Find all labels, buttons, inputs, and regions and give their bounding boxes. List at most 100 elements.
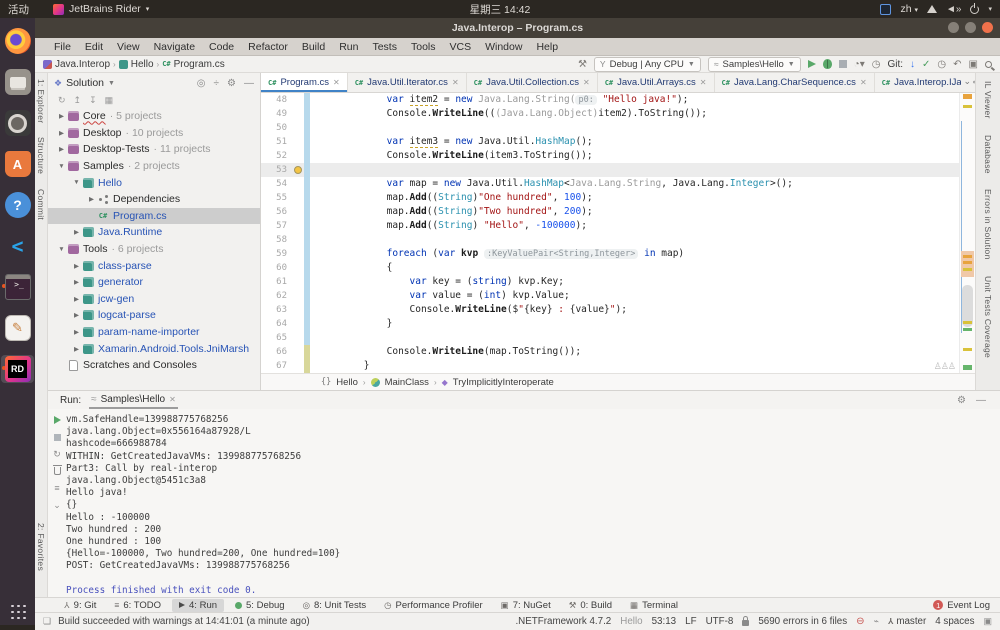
close-tab-icon[interactable]: ✕ [860, 78, 867, 87]
code-line-52[interactable]: 52 Console.WriteLine(item3.ToString()); [261, 149, 959, 163]
editor-breadcrumb-2[interactable]: TryImplicitlyInteroperate [453, 377, 554, 388]
close-tab-icon[interactable]: ✕ [333, 78, 340, 87]
code-line-51[interactable]: 51 var item3 = new Java.Util.HashMap(); [261, 135, 959, 149]
notifications-icon[interactable]: ▣ [983, 616, 992, 627]
errors-widget[interactable]: 5690 errors in 6 files [758, 616, 847, 627]
stripe-button-favorites[interactable]: 2: Favorites [36, 523, 46, 571]
stripe-button-errors-in-solution[interactable]: Errors in Solution [983, 189, 993, 260]
coverage-button[interactable]: ◔▾ [854, 59, 865, 70]
tree-toggle-icon[interactable]: ▼ [71, 179, 82, 186]
tool-window-button-7-nuget[interactable]: ▣ 7: NuGet [494, 599, 558, 612]
tree-item-param-name-importer[interactable]: ▶ param-name-importer [48, 324, 260, 341]
tree-toggle-icon[interactable]: ▶ [56, 112, 67, 120]
editor-breadcrumb-1[interactable]: MainClass [385, 377, 429, 388]
tree-item-program-cs[interactable]: C# Program.cs [48, 207, 260, 225]
tree-item-logcat-parse[interactable]: ▶ logcat-parse [48, 307, 260, 324]
code-line-64[interactable]: 64 } [261, 317, 959, 331]
run-button[interactable] [807, 60, 816, 68]
caret-position-widget[interactable]: 53:13 [652, 616, 677, 627]
stripe-button-1-explorer[interactable]: 1: Explorer [36, 79, 46, 123]
rerun-button[interactable] [53, 415, 61, 425]
keyboard-layout-icon[interactable] [880, 3, 892, 15]
restore-layout-icon[interactable]: ↻ [53, 449, 61, 459]
git-commit-button[interactable]: ✓ [922, 59, 930, 70]
run-target-selector[interactable]: ≈ Samples\Hello ▼ [707, 56, 801, 72]
code-line-62[interactable]: 62 var value = (int) kvp.Value; [261, 289, 959, 303]
menu-item-edit[interactable]: Edit [78, 41, 110, 53]
code-line-63[interactable]: 63 Console.WriteLine($"{key} : {value}")… [261, 303, 959, 317]
code-line-67[interactable]: 67 } [261, 359, 959, 373]
rollback-button[interactable]: ↶ [953, 59, 961, 70]
stripe-button-commit[interactable]: Commit [36, 189, 46, 220]
tree-toggle-icon[interactable]: ▶ [56, 145, 67, 153]
dock-item-software[interactable]: A [1, 150, 34, 178]
tool-window-button-6-todo[interactable]: ≡ 6: TODO [107, 599, 168, 612]
indent-widget[interactable]: 4 spaces [935, 616, 974, 627]
tool-window-button-9-git[interactable]: Y 9: Git [57, 599, 103, 612]
system-menu-chevron-icon[interactable]: ▾ [988, 5, 992, 13]
app-menu-button[interactable]: JetBrains Rider ▾ [53, 3, 149, 15]
menu-item-code[interactable]: Code [202, 41, 241, 53]
dock-item-firefox[interactable] [1, 27, 34, 55]
run-config-selector[interactable]: Y Debug | Any CPU ▼ [593, 56, 701, 72]
network-icon[interactable] [927, 5, 938, 13]
input-lang-button[interactable]: zh ▾ [900, 3, 918, 15]
expand-icon[interactable]: ↥ [74, 95, 82, 106]
git-branch-widget[interactable]: Y master [888, 616, 926, 627]
menu-item-run[interactable]: Run [332, 41, 365, 53]
code-line-48[interactable]: 48 var item2 = new Java.Lang.String(p0: … [261, 93, 959, 107]
tree-item-samples[interactable]: ▼ Samples · 2 projects [48, 158, 260, 175]
code-line-65[interactable]: 65 [261, 331, 959, 345]
stripe-button-unit-tests-coverage[interactable]: Unit Tests Coverage [983, 276, 993, 358]
config-widget[interactable]: Hello [620, 616, 642, 627]
error-stripe[interactable] [959, 93, 975, 373]
tree-toggle-icon[interactable]: ▶ [71, 228, 82, 236]
menu-item-build[interactable]: Build [295, 41, 332, 53]
run-console-output[interactable]: vm.SafeHandle=139988775768256 java.lang.O… [66, 409, 1000, 597]
menu-item-vcs[interactable]: VCS [443, 41, 479, 53]
tool-window-button-0-build[interactable]: ⚒ 0: Build [562, 599, 619, 612]
inspections-widget-icon[interactable]: ♙♙♙ [934, 361, 956, 372]
code-line-53[interactable]: 53 [261, 163, 959, 177]
toolbar-breadcrumb-2[interactable]: C# Program.cs [162, 59, 225, 70]
sync-icon[interactable]: ↻ [58, 95, 66, 106]
stripe-button-il-viewer[interactable]: IL Viewer [983, 81, 993, 119]
tree-toggle-icon[interactable]: ▶ [56, 129, 67, 137]
tree-item-scratches-and-consoles[interactable]: Scratches and Consoles [48, 357, 260, 374]
os-clock[interactable]: 星期三 14:42 [0, 2, 1000, 17]
menu-item-view[interactable]: View [110, 41, 147, 53]
dock-item-rider[interactable]: RD [1, 355, 34, 383]
code-line-54[interactable]: 54 var map = new Java.Util.HashMap<Java.… [261, 177, 959, 191]
minimize-panel-icon[interactable]: — [976, 395, 986, 406]
code-line-49[interactable]: 49 Console.WriteLine(((Java.Lang.Object)… [261, 107, 959, 121]
editor-breadcrumb-0[interactable]: Hello [336, 377, 358, 388]
code-line-57[interactable]: 57 map.Add((String) "Hello", -100000); [261, 219, 959, 233]
chart-icon[interactable]: ▦ [105, 95, 114, 106]
tool-window-button-8-unit-tests[interactable]: ◎ 8: Unit Tests [296, 599, 374, 612]
stripe-button-database[interactable]: Database [983, 135, 993, 174]
soft-wrap-icon[interactable]: ≡ [54, 483, 59, 493]
tree-toggle-icon[interactable]: ▶ [71, 295, 82, 303]
dock-show-applications[interactable] [1, 597, 34, 625]
framework-widget[interactable]: .NETFramework 4.7.2 [515, 616, 611, 627]
dock-item-vscode[interactable]: < [1, 232, 34, 260]
dock-item-terminal[interactable]: >_ [1, 273, 34, 301]
code-line-58[interactable]: 58 [261, 233, 959, 247]
debug-button[interactable] [822, 59, 832, 69]
hidden-tabs-chevron-icon[interactable]: ⌄ [961, 76, 973, 87]
stop-process-button[interactable] [53, 432, 61, 442]
wrench-icon[interactable]: ⚒ [578, 59, 587, 70]
code-line-56[interactable]: 56 map.Add((String)"Two hundred", 200); [261, 205, 959, 219]
power-icon[interactable] [970, 2, 980, 14]
scroll-to-end-icon[interactable]: ⌄ [53, 500, 61, 510]
toolbar-breadcrumb-0[interactable]: Java.Interop [43, 59, 110, 70]
close-tab-icon[interactable]: ✕ [700, 78, 707, 87]
clear-output-icon[interactable] [52, 465, 62, 476]
gear-icon[interactable]: ⚙ [227, 78, 236, 89]
editor-tab-program-cs[interactable]: C# Program.cs ✕ [261, 73, 348, 92]
tool-window-button-4-run[interactable]: 4: Run [172, 598, 225, 612]
tree-toggle-icon[interactable]: ▶ [71, 328, 82, 336]
tree-toggle-icon[interactable]: ▶ [71, 345, 82, 353]
maximize-button[interactable] [965, 22, 976, 33]
highlighting-level-icon[interactable]: ⊖ [856, 616, 864, 627]
